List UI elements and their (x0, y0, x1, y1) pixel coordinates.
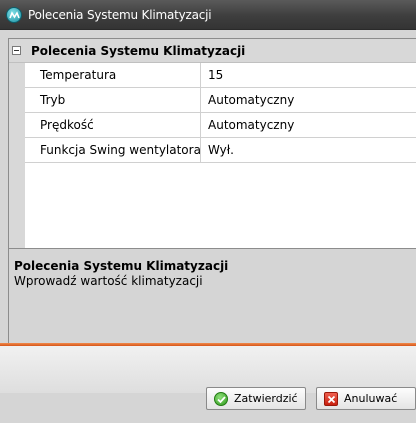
property-name: Funkcja Swing wentylatora (25, 138, 201, 162)
property-row-temperatura[interactable]: Temperatura 15 (25, 63, 416, 88)
window-title: Polecenia Systemu Klimatyzacji (28, 8, 212, 22)
category-row[interactable]: Polecenia Systemu Klimatyzacji (9, 39, 416, 63)
property-row-swing[interactable]: Funkcja Swing wentylatora Wył. (25, 138, 416, 163)
confirm-button-label: Zatwierdzić (234, 392, 298, 405)
category-label: Polecenia Systemu Klimatyzacji (31, 44, 246, 58)
description-title: Polecenia Systemu Klimatyzacji (14, 259, 229, 273)
property-row-tryb[interactable]: Tryb Automatyczny (25, 88, 416, 113)
close-icon (324, 391, 338, 406)
property-name: Tryb (25, 88, 201, 112)
property-row-predkosc[interactable]: Prędkość Automatyczny (25, 113, 416, 138)
property-value[interactable]: Automatyczny (202, 88, 416, 112)
grid-margin (9, 39, 25, 269)
property-value[interactable]: 15 (202, 63, 416, 87)
check-icon (214, 391, 228, 406)
confirm-button[interactable]: Zatwierdzić (206, 387, 306, 410)
property-grid: Polecenia Systemu Klimatyzacji Temperatu… (8, 38, 416, 270)
property-name: Prędkość (25, 113, 201, 137)
description-text: Wprowadź wartość klimatyzacji (14, 274, 203, 288)
app-icon (6, 7, 22, 23)
property-value[interactable]: Wył. (202, 138, 416, 162)
footer-bar: Zatwierdzić Anuluwać (0, 346, 416, 410)
title-bar: Polecenia Systemu Klimatyzacji (0, 0, 416, 30)
collapse-icon[interactable] (12, 46, 21, 55)
cancel-button[interactable]: Anuluwać (316, 387, 416, 410)
property-value[interactable]: Automatyczny (202, 113, 416, 137)
property-name: Temperatura (25, 63, 201, 87)
cancel-button-label: Anuluwać (344, 392, 398, 405)
